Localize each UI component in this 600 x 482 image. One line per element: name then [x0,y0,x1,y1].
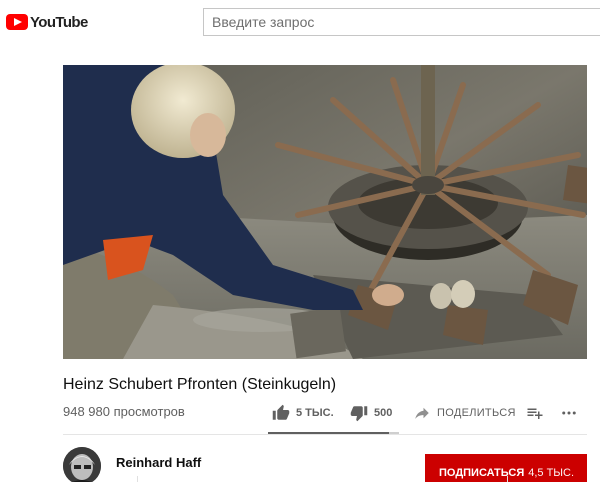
youtube-logo[interactable]: YouTube [6,11,88,33]
logo-text: YouTube [30,13,88,31]
video-player[interactable] [63,65,587,359]
view-count: 948 980 просмотров [63,404,185,419]
search-input[interactable] [204,9,600,35]
divider [63,434,587,435]
dislike-count: 500 [374,407,393,419]
save-to-playlist-button[interactable] [526,404,560,422]
subscribe-label: ПОДПИСАТЬСЯ [439,467,525,479]
thumb-down-icon [350,406,368,422]
video-actions: 5 ТЫС. 500 ПОДЕЛИТЬСЯ [272,402,584,424]
thumb-up-icon [272,404,290,420]
avatar-image [63,447,101,482]
subscribe-button[interactable]: ПОДПИСАТЬСЯ 4,5 ТЫС. [425,454,587,482]
masthead: YouTube [0,0,600,44]
more-icon [562,411,576,415]
video-title: Heinz Schubert Pfronten (Steinkugeln) [63,376,337,393]
share-button[interactable]: ПОДЕЛИТЬСЯ [413,404,526,422]
like-count: 5 ТЫС. [296,407,334,419]
more-actions-button[interactable] [560,404,584,422]
video-frame [63,65,587,359]
like-button[interactable]: 5 ТЫС. [272,404,350,422]
youtube-play-icon [6,14,28,30]
share-label: ПОДЕЛИТЬСЯ [437,407,516,419]
dislike-button[interactable]: 500 [350,404,413,422]
channel-name[interactable]: Reinhard Haff [116,455,201,470]
add-to-playlist-icon [527,408,543,419]
search-box[interactable] [203,8,600,36]
grid-tick [507,476,508,482]
subscriber-count: 4,5 ТЫС. [528,467,575,479]
grid-tick [137,476,138,482]
share-icon [415,407,429,419]
channel-avatar[interactable] [63,447,101,482]
